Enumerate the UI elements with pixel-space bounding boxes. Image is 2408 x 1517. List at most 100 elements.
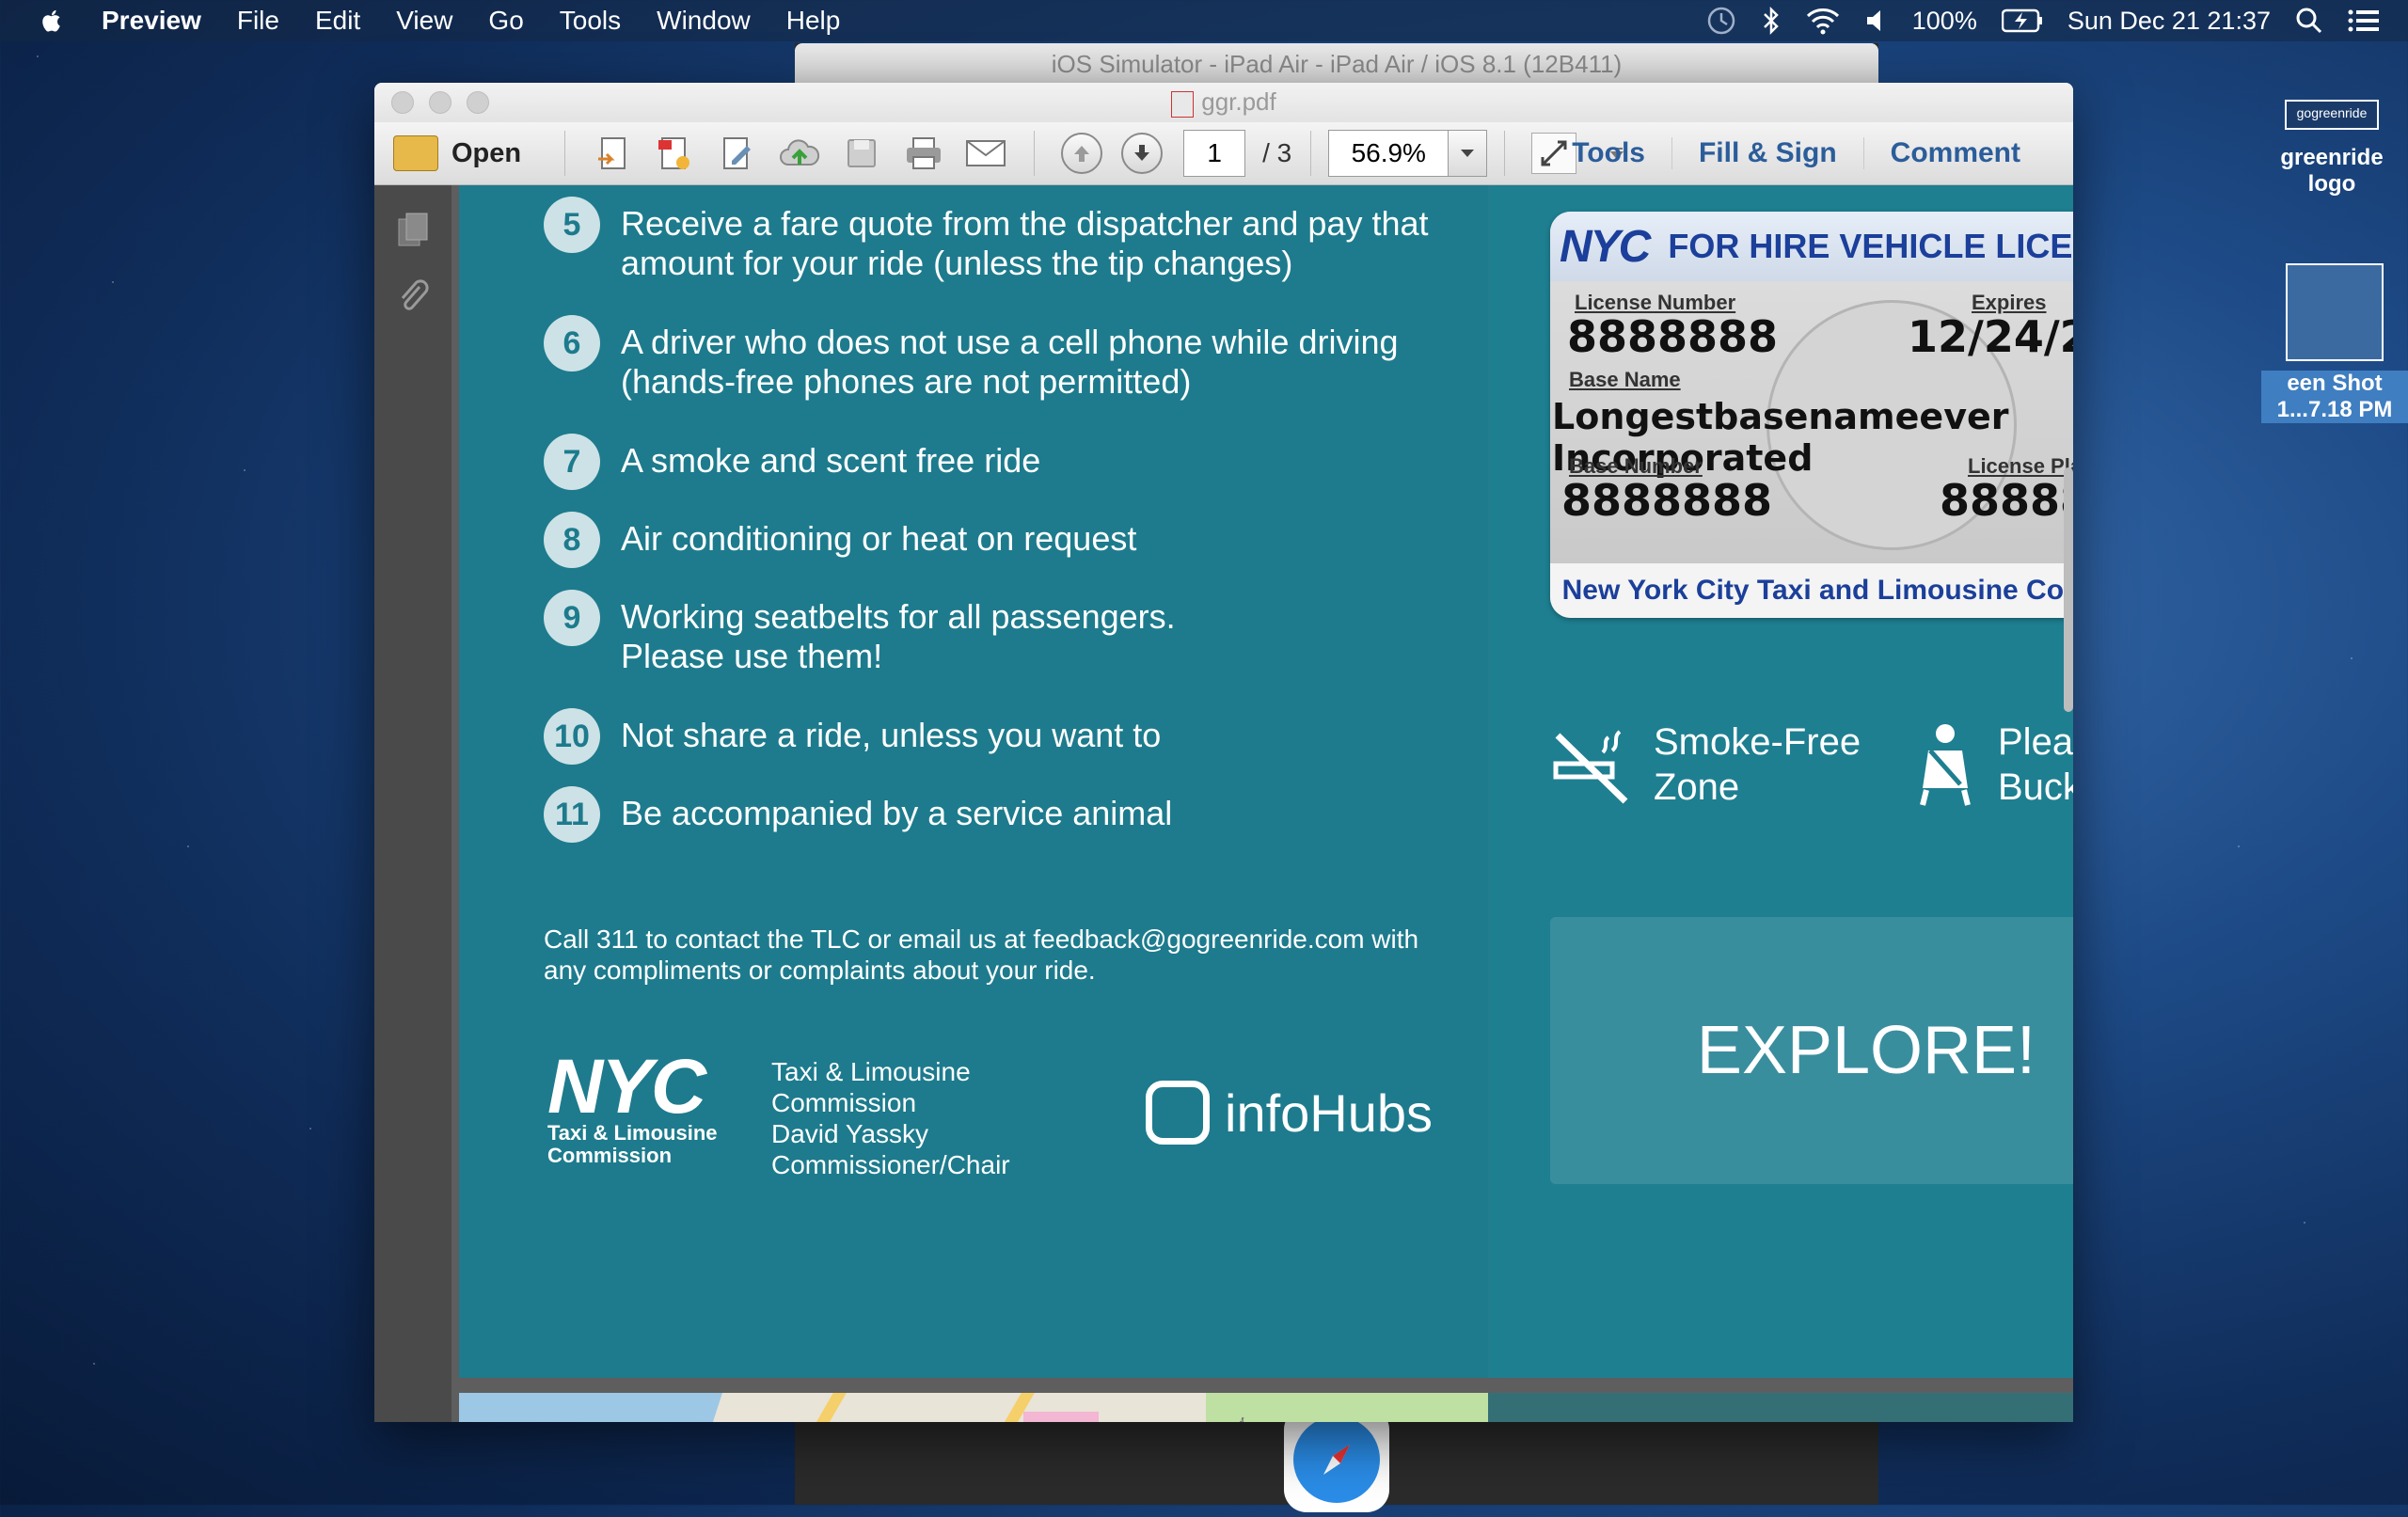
- item-text: Receive a fare quote from the dispatcher…: [621, 204, 1429, 282]
- upload-cloud-icon[interactable]: [778, 134, 821, 173]
- battery-percent[interactable]: 100%: [1912, 7, 1977, 36]
- apple-icon[interactable]: [41, 8, 64, 34]
- compass-icon: [1293, 1416, 1380, 1503]
- contact-text: Call 311 to contact the TLC or email us …: [544, 924, 1419, 985]
- open-button[interactable]: Open: [393, 135, 521, 171]
- tlc-line: Commissioner/Chair: [771, 1150, 1010, 1179]
- no-smoking-icon: [1553, 730, 1628, 804]
- email-icon[interactable]: [964, 134, 1007, 173]
- list-item: 7 A smoke and scent free ride: [544, 434, 1467, 490]
- notification-center-icon[interactable]: [2348, 8, 2380, 33]
- item-text: A driver who does not use a cell phone w…: [621, 323, 1399, 401]
- volume-icon[interactable]: [1865, 8, 1888, 34]
- map-park: [1206, 1393, 1488, 1422]
- map-road: [950, 1393, 1035, 1422]
- list-item: 10 Not share a ride, unless you want to: [544, 708, 1467, 765]
- list-item: 5 Receive a fare quote from the dispatch…: [544, 197, 1467, 283]
- save-icon[interactable]: [840, 134, 883, 173]
- file-thumbnail: [2286, 263, 2384, 361]
- tools-button[interactable]: Tools: [1545, 137, 1671, 169]
- item-text: A smoke and scent free ride: [621, 441, 1041, 480]
- list-item: 11 Be accompanied by a service animal: [544, 786, 1467, 843]
- map-road: [762, 1393, 847, 1422]
- item-number: 11: [544, 786, 600, 843]
- window-titlebar[interactable]: ggr.pdf: [374, 83, 2073, 122]
- previous-page-button[interactable]: [1061, 133, 1103, 174]
- page-2-panel: [1488, 1393, 2073, 1422]
- file-label-line2: logo: [2307, 171, 2356, 197]
- tlc-line: Taxi & Limousine: [771, 1057, 971, 1086]
- menu-edit[interactable]: Edit: [315, 6, 360, 36]
- file-thumbnail: gogreenride: [2285, 100, 2379, 130]
- zoom-dropdown[interactable]: [1449, 130, 1488, 177]
- vertical-scrollbar[interactable]: [2064, 467, 2073, 712]
- fill-sign-button[interactable]: Fill & Sign: [1671, 137, 1863, 169]
- time-machine-icon[interactable]: [1705, 5, 1737, 37]
- window-title: ggr.pdf: [374, 87, 2073, 118]
- file-label: greenride: [2280, 145, 2384, 170]
- tlc-line: David Yassky: [771, 1119, 929, 1148]
- toolbar-separator: [1310, 131, 1312, 176]
- column-divider: [1488, 185, 1490, 1378]
- zoom-input[interactable]: 56.9%: [1328, 130, 1450, 177]
- toolbar-separator: [1034, 131, 1036, 176]
- window-title-text: ggr.pdf: [1201, 87, 1276, 117]
- infohubs-logo: infoHubs: [1146, 1081, 1433, 1145]
- bluetooth-icon[interactable]: [1762, 6, 1781, 36]
- comment-button[interactable]: Comment: [1862, 137, 2047, 169]
- export-pdf-icon[interactable]: [654, 134, 697, 173]
- map-image: Centr: [459, 1393, 1488, 1422]
- pdf-page: 5 Receive a fare quote from the dispatch…: [459, 185, 2073, 1378]
- card-footer: New York City Taxi and Limousine Comissi…: [1550, 563, 2073, 618]
- battery-icon[interactable]: [2001, 8, 2043, 33]
- clock[interactable]: Sun Dec 21 21:37: [2067, 7, 2271, 36]
- toolbar-separator: [564, 131, 566, 176]
- preview-window[interactable]: ggr.pdf Open 1 / 3 56.9% Tools Fill & Si…: [374, 83, 2073, 1422]
- document-view[interactable]: 5 Receive a fare quote from the dispatch…: [452, 185, 2073, 1422]
- map-building: [1023, 1412, 1099, 1422]
- toolbar-separator: [1504, 131, 1506, 176]
- next-page-button[interactable]: [1121, 133, 1164, 174]
- create-pdf-icon[interactable]: [592, 134, 635, 173]
- item-text: Air conditioning or heat on request: [621, 519, 1137, 558]
- print-icon[interactable]: [902, 134, 945, 173]
- item-number: 6: [544, 315, 600, 371]
- card-title: FOR HIRE VEHICLE LICENSE: [1668, 227, 2073, 265]
- card-header: NYC FOR HIRE VEHICLE LICENSE: [1550, 212, 2073, 281]
- spotlight-search-icon[interactable]: [2295, 7, 2323, 35]
- open-label: Open: [452, 137, 522, 168]
- menu-file[interactable]: File: [237, 6, 279, 36]
- item-number: 7: [544, 434, 600, 490]
- arrow-up-icon: [1074, 146, 1090, 162]
- desktop-file-screenshot[interactable]: een Shot 1...7.18 PM: [2261, 263, 2408, 423]
- menu-view[interactable]: View: [396, 6, 452, 36]
- menu-go[interactable]: Go: [488, 6, 523, 36]
- page-number-input[interactable]: 1: [1183, 130, 1246, 177]
- list-item: 9 Working seatbelts for all passengers. …: [544, 590, 1185, 676]
- base-number: 8888888: [1561, 475, 1773, 526]
- menu-window[interactable]: Window: [657, 6, 751, 36]
- menu-bar: Preview File Edit View Go Tools Window H…: [0, 0, 2408, 41]
- safari-app-icon[interactable]: [1284, 1407, 1389, 1512]
- wifi-icon[interactable]: [1805, 7, 1841, 35]
- smoke-free-line2: Zone: [1654, 766, 1740, 808]
- status-area: 100% Sun Dec 21 21:37: [1705, 0, 2408, 41]
- nyc-logo-sub2: Commission: [547, 1144, 673, 1167]
- license-card-image: NYC FOR HIRE VEHICLE LICENSE License Num…: [1550, 212, 2073, 618]
- menu-help[interactable]: Help: [786, 6, 841, 36]
- smoke-free-sign: Smoke-Free Zone: [1550, 719, 1861, 810]
- attachments-icon[interactable]: [397, 277, 429, 315]
- tlc-credit: Taxi & Limousine Commission David Yassky…: [771, 1056, 1010, 1180]
- nyc-logo-sub1: Taxi & Limousine: [547, 1121, 718, 1145]
- chevron-down-icon: [1461, 150, 1475, 157]
- edit-pdf-icon[interactable]: [716, 134, 759, 173]
- map-water: [459, 1393, 722, 1422]
- desktop-file-greenride-logo[interactable]: gogreenride greenride logo: [2261, 100, 2402, 198]
- license-number: 8888888: [1567, 311, 1779, 362]
- navigation-sidebar: [374, 185, 452, 1422]
- page-thumbnails-icon[interactable]: [397, 212, 429, 249]
- item-text: Be accompanied by a service animal: [621, 794, 1173, 832]
- buckle-line2: Buckle Up: [1998, 766, 2073, 808]
- menu-tools[interactable]: Tools: [560, 6, 621, 36]
- menu-app-name[interactable]: Preview: [102, 6, 201, 36]
